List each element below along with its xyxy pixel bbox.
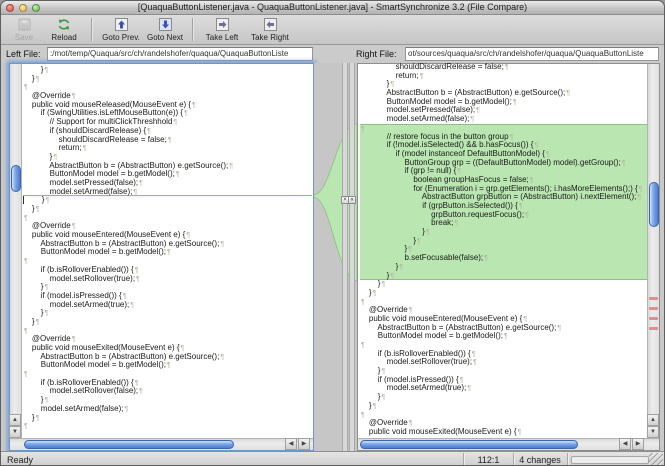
code-line: model.setArmed(false); (23, 188, 312, 197)
scroll-left-button[interactable]: ◀ (285, 438, 297, 450)
scroll-right-button[interactable]: ▶ (298, 438, 310, 450)
save-label: Save (15, 33, 33, 42)
copy-right-to-left-button[interactable]: « (348, 196, 356, 204)
code-line: model.setRollover(true); (23, 275, 312, 284)
left-vertical-scroll-thumb[interactable] (11, 165, 21, 192)
code-line: ButtonModel model = b.getModel(); (360, 332, 647, 341)
left-editor-pane[interactable]: ▲ ▼ } } @Override public void mouseRelea… (9, 63, 314, 451)
code-line: model.setRollover(false); (23, 387, 312, 396)
code-line: model.setRollover(true); (360, 358, 647, 367)
caret-position-indicator: 112:1 (464, 455, 513, 465)
take-left-icon (216, 17, 229, 32)
take-right-button[interactable]: Take Right (245, 15, 295, 44)
toolbar: Save Reload Goto Prev. Go (1, 15, 664, 45)
code-line: return; (360, 72, 647, 81)
code-line: } (23, 205, 312, 214)
right-horizontal-scrollbar[interactable]: ◀ ▶ (358, 438, 659, 450)
goto-prev-icon (115, 17, 128, 32)
compare-area: ▲ ▼ } } @Override public void mouseRelea… (1, 63, 664, 451)
goto-next-button[interactable]: Goto Next (144, 15, 186, 44)
goto-prev-label: Goto Prev. (102, 33, 140, 42)
right-editor-pane[interactable]: shouldDiscardRelease = false; return; } … (357, 63, 660, 451)
code-line: ButtonModel model = b.getModel(); (23, 248, 312, 257)
reload-label: Reload (51, 33, 76, 42)
right-file-label: Right File: (356, 49, 397, 59)
code-line: b.setFocusable(false); (360, 254, 647, 263)
gutter-rail (349, 63, 355, 451)
scroll-up-button[interactable]: ▲ (9, 414, 21, 426)
reload-icon (57, 17, 71, 32)
status-bar: Ready 112:1 4 changes (1, 451, 664, 466)
save-icon (18, 17, 31, 32)
left-horizontal-scroll-thumb[interactable] (24, 440, 234, 449)
toolbar-separator (192, 18, 193, 41)
toolbar-separator (91, 18, 92, 41)
progress-indicator (571, 456, 649, 464)
code-line: public void mouseExited(MouseEvent e) { (360, 428, 647, 437)
save-button[interactable]: Save (5, 15, 43, 44)
right-horizontal-scroll-thumb[interactable] (360, 440, 578, 449)
code-line: } (360, 272, 647, 281)
status-separator (567, 453, 568, 466)
scroll-down-button[interactable]: ▼ (647, 426, 659, 438)
left-vertical-scrollbar[interactable]: ▲ ▼ (10, 64, 22, 438)
diff-gutter: × « (314, 63, 357, 451)
left-file-label: Left File: (6, 49, 41, 59)
code-line: } (360, 280, 647, 289)
scroll-left-button[interactable]: ◀ (619, 438, 631, 450)
scroll-down-button[interactable]: ▼ (9, 426, 21, 438)
code-line (23, 422, 312, 431)
code-line: } (23, 196, 312, 205)
take-right-icon (264, 17, 277, 32)
gutter-rail (342, 63, 348, 451)
title-bar[interactable]: [QuaquaButtonListener.java - QuaquaButto… (1, 1, 664, 15)
right-vertical-scroll-thumb[interactable] (649, 182, 659, 227)
take-left-button[interactable]: Take Left (199, 15, 245, 44)
goto-prev-button[interactable]: Goto Prev. (98, 15, 144, 44)
app-window: [QuaquaButtonListener.java - QuaquaButto… (0, 0, 665, 466)
code-line: } (360, 402, 647, 411)
status-message: Ready (7, 455, 33, 465)
code-line: } (23, 75, 312, 84)
code-line: } (360, 393, 647, 402)
code-line: } (360, 263, 647, 272)
code-line: model.setArmed(true); (360, 384, 647, 393)
window-resize-grip[interactable] (649, 453, 663, 466)
code-line: } (360, 289, 647, 298)
goto-next-label: Goto Next (147, 33, 183, 42)
code-line: } (23, 66, 312, 75)
scroll-right-button[interactable]: ▶ (632, 438, 644, 450)
code-line: model.setArmed(false); (360, 115, 647, 124)
left-code-content[interactable]: } } @Override public void mouseReleased(… (23, 64, 312, 438)
take-left-label: Take Left (206, 33, 238, 42)
changes-count-indicator: 4 changes (514, 455, 566, 465)
code-line: model.setArmed(true); (23, 301, 312, 310)
reload-button[interactable]: Reload (43, 15, 85, 44)
code-line: model.setArmed(false); (23, 405, 312, 414)
change-locator-tick (649, 317, 658, 320)
code-line: } (23, 318, 312, 327)
take-right-label: Take Right (251, 33, 289, 42)
right-file-path-field[interactable]: ot/sources/quaqua/src/ch/randelshofer/qu… (405, 47, 659, 61)
left-file-path-field[interactable]: :/mot/temp/Quaqua/src/ch/randelshofer/qu… (47, 47, 313, 61)
left-horizontal-scrollbar[interactable]: ◀ ▶ (10, 438, 313, 450)
goto-next-icon (159, 17, 172, 32)
change-locator-tick (649, 297, 658, 300)
change-locator-tick (649, 327, 658, 330)
window-title: [QuaquaButtonListener.java - QuaquaButto… (1, 2, 664, 12)
code-line: return; (23, 144, 312, 153)
change-locator-tick (649, 307, 658, 310)
code-line: ButtonModel model = b.getModel(); (23, 361, 312, 370)
code-line: } (23, 414, 312, 423)
right-vertical-scrollbar[interactable]: ▲ ▼ (647, 64, 659, 438)
right-code-content[interactable]: shouldDiscardRelease = false; return; } … (360, 61, 647, 438)
scroll-up-button[interactable]: ▲ (647, 414, 659, 426)
code-line: } (23, 309, 312, 318)
